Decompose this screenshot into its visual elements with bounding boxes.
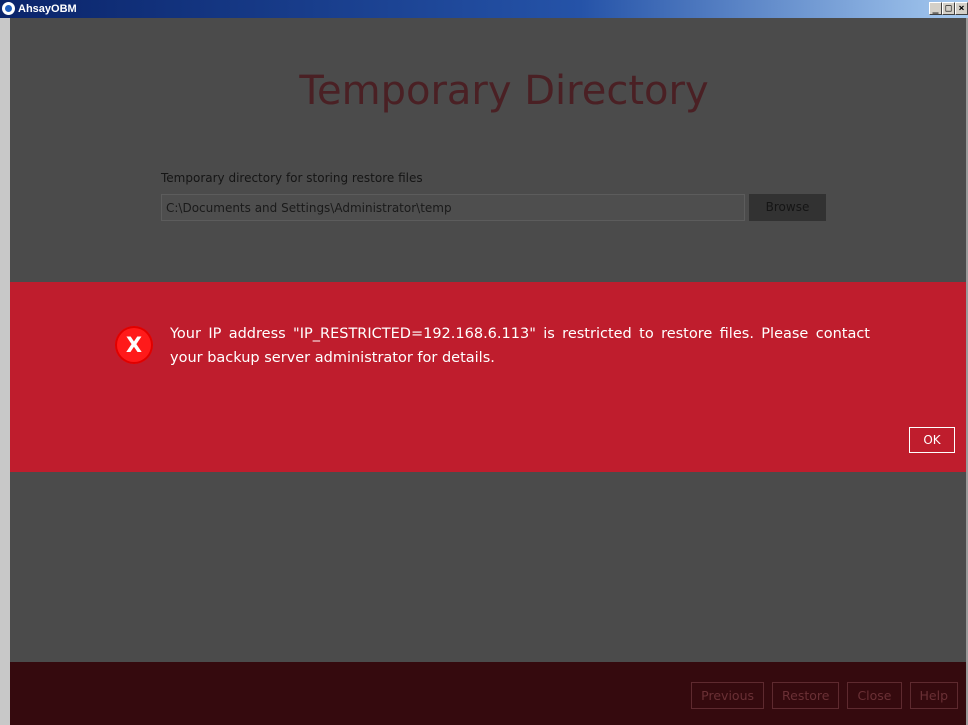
ok-button[interactable]: OK: [909, 427, 955, 453]
error-alert-banner: X Your IP address "IP_RESTRICTED=192.168…: [10, 282, 968, 472]
browse-button[interactable]: Browse: [749, 194, 826, 221]
maximize-button[interactable]: □: [942, 2, 955, 15]
close-window-button[interactable]: ×: [955, 2, 968, 15]
ahsay-app-icon: [2, 2, 15, 15]
error-x-icon: X: [115, 326, 153, 364]
close-button[interactable]: Close: [847, 682, 902, 709]
main-content: Temporary Directory Temporary directory …: [10, 18, 968, 725]
restore-button[interactable]: Restore: [772, 682, 840, 709]
alert-message: Your IP address "IP_RESTRICTED=192.168.6…: [170, 326, 870, 366]
footer-buttons: Previous Restore Close Help: [691, 682, 958, 709]
temp-directory-label: Temporary directory for storing restore …: [161, 171, 423, 185]
footer-bar: Previous Restore Close Help: [10, 662, 968, 725]
temp-directory-input[interactable]: [161, 194, 745, 221]
app-window: AhsayOBM _ □ × Temporary Directory Tempo…: [0, 0, 968, 725]
help-button[interactable]: Help: [909, 682, 958, 709]
title-bar[interactable]: AhsayOBM _ □ ×: [0, 0, 968, 18]
minimize-button[interactable]: _: [929, 2, 942, 15]
window-controls: _ □ ×: [929, 2, 968, 16]
page-title: Temporary Directory: [299, 68, 709, 114]
previous-button[interactable]: Previous: [691, 682, 764, 709]
window-title: AhsayOBM: [18, 3, 77, 15]
